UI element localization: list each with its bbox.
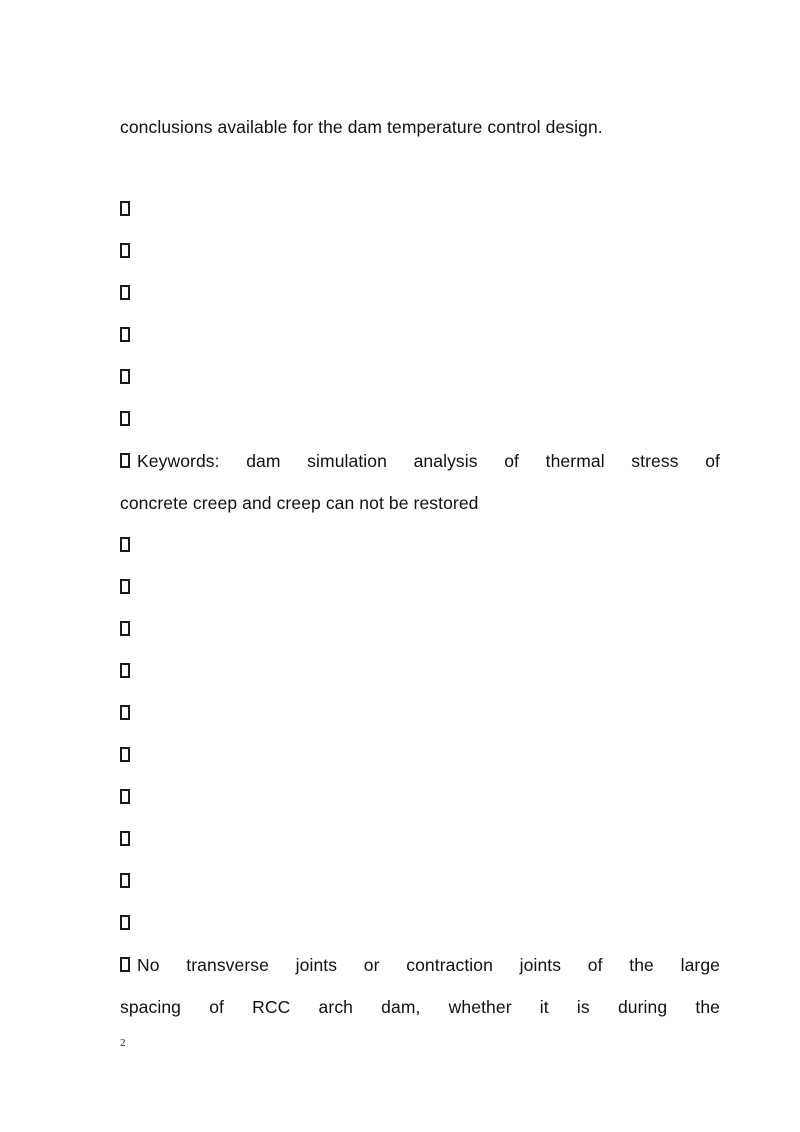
placeholder-line	[120, 566, 720, 608]
keywords-line-justified: Keywords: dam simulation analysis of the…	[120, 440, 720, 482]
final-paragraph-line-1-text: No transverse joints or contraction join…	[137, 955, 720, 975]
intro-line: conclusions available for the dam temper…	[120, 117, 603, 137]
missing-glyph-box-icon	[120, 453, 130, 468]
placeholder-line	[120, 692, 720, 734]
placeholder-line	[120, 776, 720, 818]
placeholder-line	[120, 188, 720, 230]
placeholder-line	[120, 818, 720, 860]
missing-glyph-box-icon	[120, 621, 130, 636]
missing-glyph-box-icon	[120, 663, 130, 678]
missing-glyph-box-icon	[120, 873, 130, 888]
placeholder-line	[120, 230, 720, 272]
missing-glyph-box-icon	[120, 957, 130, 972]
missing-glyph-box-icon	[120, 327, 130, 342]
placeholder-line	[120, 398, 720, 440]
final-paragraph-line-2-text: spacing of RCC arch dam, whether it is d…	[120, 997, 720, 1017]
final-paragraph-line-2: spacing of RCC arch dam, whether it is d…	[120, 986, 720, 1028]
placeholder-line	[120, 524, 720, 566]
keywords-line-2: concrete creep and creep can not be rest…	[120, 493, 479, 513]
missing-glyph-box-icon	[120, 831, 130, 846]
placeholder-line	[120, 356, 720, 398]
missing-glyph-box-icon	[120, 579, 130, 594]
page-number: 2	[120, 1037, 126, 1049]
placeholder-line	[120, 272, 720, 314]
document-page: conclusions available for the dam temper…	[0, 0, 800, 1132]
placeholder-line	[120, 902, 720, 944]
text-column: conclusions available for the dam temper…	[120, 0, 720, 1028]
missing-glyph-box-icon	[120, 243, 130, 258]
missing-glyph-box-icon	[120, 201, 130, 216]
placeholder-line	[120, 860, 720, 902]
missing-glyph-box-icon	[120, 369, 130, 384]
placeholder-line	[120, 734, 720, 776]
placeholder-line	[120, 314, 720, 356]
missing-glyph-box-icon	[120, 915, 130, 930]
missing-glyph-box-icon	[120, 789, 130, 804]
placeholder-line	[120, 650, 720, 692]
keywords-line-1-text: Keywords: dam simulation analysis of the…	[137, 451, 720, 471]
final-paragraph-line-1: No transverse joints or contraction join…	[120, 944, 720, 986]
intro-spacer	[120, 148, 720, 188]
missing-glyph-box-icon	[120, 705, 130, 720]
missing-glyph-box-icon	[120, 747, 130, 762]
missing-glyph-box-icon	[120, 411, 130, 426]
placeholder-line	[120, 608, 720, 650]
missing-glyph-box-icon	[120, 537, 130, 552]
missing-glyph-box-icon	[120, 285, 130, 300]
